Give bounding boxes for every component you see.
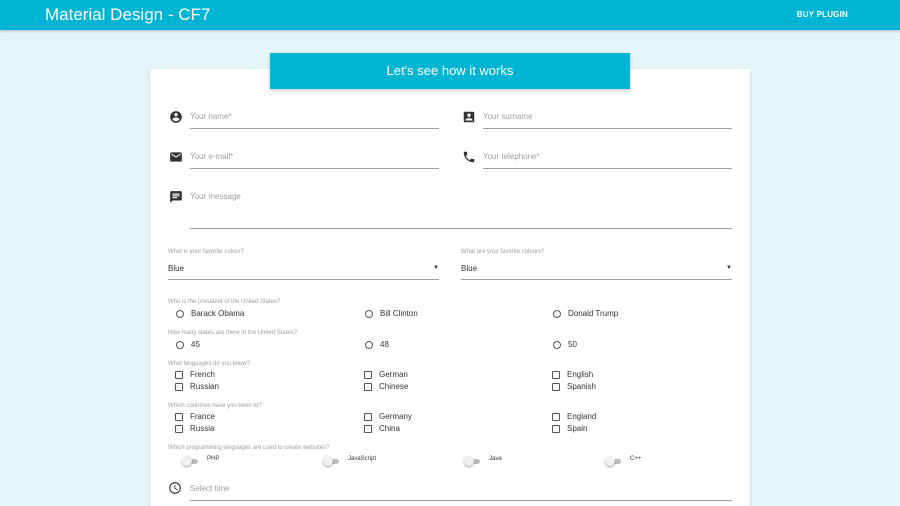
checkbox-label: English xyxy=(567,370,594,379)
message-icon xyxy=(169,190,183,204)
contact-card-icon xyxy=(462,110,476,124)
colour-select[interactable]: Blue ▼ xyxy=(168,260,439,280)
checkbox[interactable] xyxy=(175,425,183,433)
colour-select-value: Blue xyxy=(168,264,185,273)
radio-option-label: Bill Clinton xyxy=(380,309,418,318)
checkbox-label: Spain xyxy=(567,424,588,433)
toggle-knob[interactable] xyxy=(182,456,192,466)
checkbox-label: Chinese xyxy=(379,382,409,391)
checkbox-label: Spanish xyxy=(567,382,596,391)
states-question-label: How many states are there in the United … xyxy=(168,330,298,336)
radio-option-label: Barack Obama xyxy=(191,309,245,318)
radio-button[interactable] xyxy=(553,341,561,349)
checkbox-label: China xyxy=(379,424,400,433)
account-circle-icon xyxy=(169,110,183,124)
surname-field[interactable]: Your surname xyxy=(483,109,732,129)
radio-option-label: 50 xyxy=(568,340,577,349)
radio-option-label: 48 xyxy=(380,340,389,349)
checkbox[interactable] xyxy=(552,413,560,421)
checkbox[interactable] xyxy=(175,413,183,421)
toggle-label: JavaScript xyxy=(348,456,377,462)
time-field[interactable]: Select time xyxy=(190,481,732,501)
colours-select-label: What are your favorite colours? xyxy=(461,249,545,255)
president-question-label: Who is the president of the United State… xyxy=(168,299,281,305)
checkbox[interactable] xyxy=(552,371,560,379)
name-field[interactable]: Your name* xyxy=(190,109,439,129)
checkbox-label: England xyxy=(567,412,597,421)
top-app-bar: Material Design - CF7 BUY PLUGIN xyxy=(0,0,900,30)
colours-select[interactable]: Blue ▼ xyxy=(461,260,732,280)
colours-select-value: Blue xyxy=(461,264,478,273)
toggle-knob[interactable] xyxy=(605,456,615,466)
email-placeholder: Your e-mail* xyxy=(190,152,234,161)
toggle-knob[interactable] xyxy=(464,456,474,466)
clock-icon xyxy=(168,481,182,495)
card-title: Let's see how it works xyxy=(270,53,630,89)
toggle-label: C++ xyxy=(630,456,642,462)
radio-option-label: 45 xyxy=(191,340,200,349)
checkbox[interactable] xyxy=(364,371,372,379)
radio-button[interactable] xyxy=(365,310,373,318)
radio-button[interactable] xyxy=(176,341,184,349)
radio-option-label: Donald Trump xyxy=(568,309,619,318)
checkbox[interactable] xyxy=(552,383,560,391)
dropdown-caret-icon: ▼ xyxy=(726,265,732,271)
checkbox[interactable] xyxy=(364,425,372,433)
phone-icon xyxy=(462,150,476,164)
toggle-label: Java xyxy=(489,456,502,462)
app-title: Material Design - CF7 xyxy=(45,5,211,24)
name-placeholder: Your name* xyxy=(190,112,232,121)
checkbox[interactable] xyxy=(364,413,372,421)
programming-question-label: Which programming languages are used to … xyxy=(168,445,330,451)
colour-select-label: What is your favorite colour? xyxy=(168,249,245,255)
checkbox[interactable] xyxy=(175,371,183,379)
dropdown-caret-icon: ▼ xyxy=(433,265,439,271)
message-placeholder: Your message xyxy=(190,192,241,201)
checkbox-label: Germany xyxy=(379,412,412,421)
message-field[interactable]: Your message xyxy=(190,189,732,229)
radio-button[interactable] xyxy=(176,310,184,318)
email-field[interactable]: Your e-mail* xyxy=(190,149,439,169)
radio-button[interactable] xyxy=(553,310,561,318)
telephone-field[interactable]: Your telephone* xyxy=(483,149,732,169)
buy-plugin-button[interactable]: BUY PLUGIN xyxy=(797,10,848,19)
radio-button[interactable] xyxy=(365,341,373,349)
checkbox[interactable] xyxy=(552,425,560,433)
checkbox[interactable] xyxy=(175,383,183,391)
checkbox-label: Russia xyxy=(190,424,215,433)
toggle-knob[interactable] xyxy=(323,456,333,466)
checkbox[interactable] xyxy=(364,383,372,391)
checkbox-label: German xyxy=(379,370,408,379)
surname-placeholder: Your surname xyxy=(483,112,533,121)
checkbox-label: France xyxy=(190,412,215,421)
checkbox-label: French xyxy=(190,370,215,379)
toggle-label: PHP xyxy=(207,456,220,462)
checkbox-label: Russian xyxy=(190,382,219,391)
form-card xyxy=(150,69,750,506)
countries-question-label: Which countries have you been to? xyxy=(168,403,262,409)
languages-question-label: What languages do you know? xyxy=(168,361,251,367)
email-icon xyxy=(169,150,183,164)
telephone-placeholder: Your telephone* xyxy=(483,152,540,161)
time-placeholder: Select time xyxy=(190,484,230,493)
